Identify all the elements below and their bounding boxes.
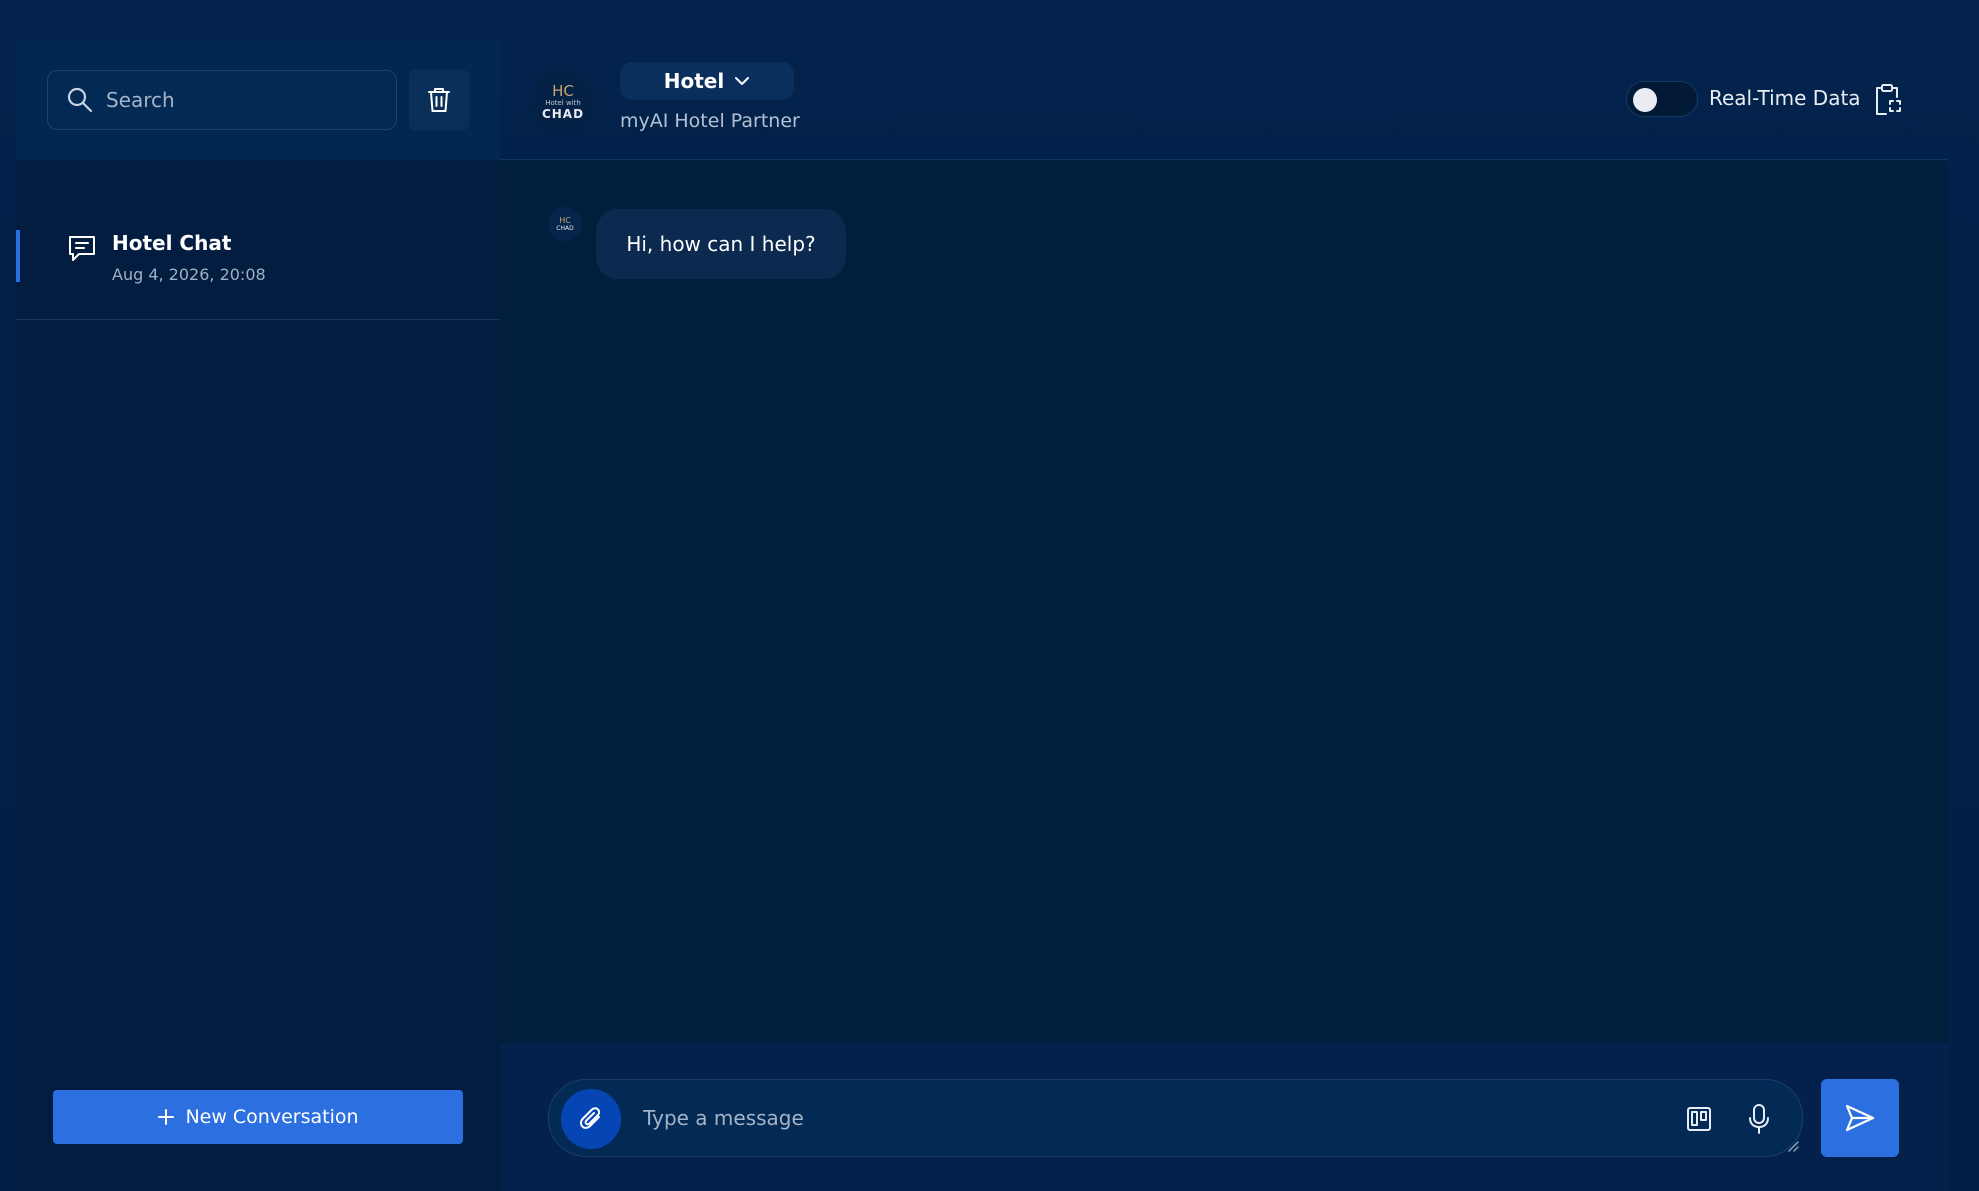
microphone-icon[interactable] (1746, 1103, 1772, 1135)
chat-header: HC Hotel with CHAD Hotel myAI Hotel Part… (500, 40, 1948, 160)
resize-handle-icon[interactable] (1787, 1140, 1799, 1152)
search-input[interactable] (106, 71, 386, 129)
realtime-data-toggle[interactable] (1626, 81, 1698, 117)
new-conversation-label: New Conversation (185, 1106, 359, 1128)
search-box[interactable] (47, 70, 397, 130)
active-indicator (16, 230, 20, 282)
model-selector-label: Hotel (663, 69, 725, 93)
send-icon (1845, 1104, 1875, 1132)
paperclip-icon (579, 1107, 601, 1129)
search-icon (67, 87, 93, 113)
delete-conversations-button[interactable] (409, 70, 469, 130)
message-composer (548, 1079, 1803, 1157)
message-avatar-text: CHAD (556, 224, 574, 232)
logo-text: CHAD (541, 106, 585, 121)
composer-area (500, 1043, 1948, 1191)
chevron-down-icon (735, 77, 750, 85)
send-button[interactable] (1821, 1079, 1899, 1157)
assistant-subtitle: myAI Hotel Partner (620, 110, 800, 132)
chat-messages: HC CHAD Hi, how can I help? (500, 161, 1948, 1043)
assistant-message-bubble: Hi, how can I help? (596, 209, 846, 279)
conversation-date: Aug 4, 2026, 20:08 (112, 265, 266, 284)
message-input[interactable] (643, 1090, 1643, 1146)
logo-mark: HC (552, 81, 574, 100)
sidebar-toolbar (16, 40, 500, 160)
conversation-title: Hotel Chat (112, 231, 232, 255)
sidebar: Hotel Chat Aug 4, 2026, 20:08 New Conver… (16, 40, 500, 1191)
clipboard-icon[interactable] (1872, 83, 1902, 117)
app-window: Hotel Chat Aug 4, 2026, 20:08 New Conver… (0, 0, 1979, 1191)
conversation-item[interactable]: Hotel Chat Aug 4, 2026, 20:08 (16, 192, 500, 320)
trash-icon (428, 88, 450, 112)
model-selector[interactable]: Hotel (620, 62, 794, 100)
toggle-knob (1633, 88, 1657, 112)
plus-icon (158, 1109, 175, 1125)
message-avatar: HC CHAD (548, 207, 582, 241)
attach-file-button[interactable] (561, 1089, 621, 1149)
kanban-icon[interactable] (1686, 1106, 1712, 1132)
chat-bubble-icon (69, 236, 95, 261)
realtime-data-label: Real-Time Data (1709, 86, 1861, 110)
message-avatar-mark: HC (559, 215, 571, 225)
assistant-avatar: HC Hotel with CHAD (531, 70, 595, 134)
new-conversation-button[interactable]: New Conversation (53, 1090, 463, 1144)
